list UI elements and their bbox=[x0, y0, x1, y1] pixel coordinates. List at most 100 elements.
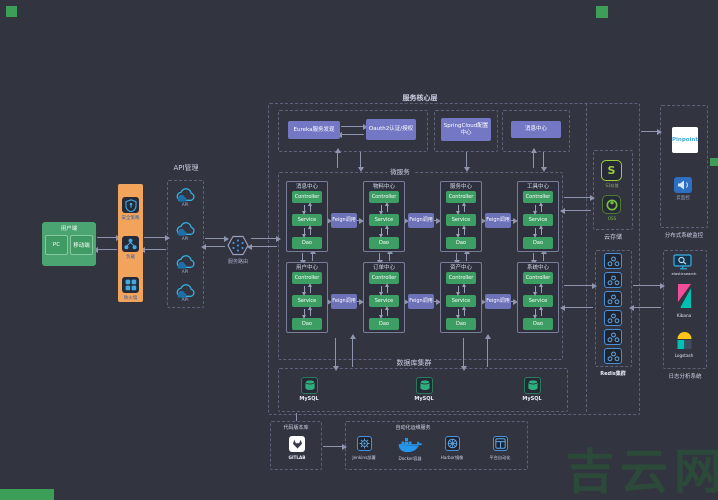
client-pc: PC bbox=[45, 235, 68, 255]
arrow-down-icon bbox=[535, 228, 536, 235]
connector-arrow bbox=[564, 285, 593, 286]
microservice-column: 物料中心 Controller Service Dao bbox=[363, 181, 405, 252]
repo-title: 代码版本库 bbox=[283, 424, 308, 431]
connector-arrow bbox=[466, 253, 467, 261]
connector-arrow bbox=[564, 307, 593, 308]
microservice-column: 工具中心 Controller Service Dao bbox=[517, 181, 559, 252]
layer-arrows bbox=[535, 226, 542, 237]
connector-arrow bbox=[251, 246, 277, 247]
mysql-label: MySQL bbox=[522, 396, 541, 402]
connector-arrow bbox=[360, 152, 361, 168]
arrow-up-icon bbox=[541, 286, 542, 293]
arrow-up-icon bbox=[310, 286, 311, 293]
layer-arrows bbox=[304, 226, 311, 237]
divider-line bbox=[586, 103, 587, 412]
arrow-down-icon bbox=[381, 286, 382, 293]
arrow-down-icon bbox=[458, 309, 459, 316]
api-cloud-label: API bbox=[181, 298, 188, 303]
arrow-up-icon bbox=[387, 286, 388, 293]
microservice-title: 订单中心 bbox=[373, 265, 395, 272]
layer-arrows bbox=[535, 307, 542, 318]
load-balancer-icon bbox=[124, 238, 137, 250]
feign-box: Feign调用 bbox=[408, 213, 434, 228]
oauth-box: Oauth2认证/授权 bbox=[366, 119, 416, 140]
decor-bar bbox=[0, 489, 54, 500]
connector-arrow bbox=[633, 307, 661, 308]
s3-tile: S bbox=[601, 160, 622, 181]
layer-arrows bbox=[458, 203, 465, 214]
layer-arrows bbox=[381, 203, 388, 214]
microservice-column: 资产中心 Controller Service Dao bbox=[440, 262, 482, 333]
arrow-up-icon bbox=[310, 309, 311, 316]
microservice-title: 资产中心 bbox=[450, 265, 472, 272]
arrow-up-icon bbox=[464, 286, 465, 293]
dao-box: Dao bbox=[369, 318, 399, 330]
decor-square bbox=[710, 158, 718, 166]
arrow-down-icon bbox=[304, 286, 305, 293]
redis-icon bbox=[607, 313, 620, 324]
db-cluster-title: 数据库集群 bbox=[394, 358, 435, 368]
layer-arrows bbox=[381, 226, 388, 237]
gateway-box: 安全策略 负载 防火墙 bbox=[118, 184, 143, 302]
gitlab-tile bbox=[289, 436, 305, 452]
connector-arrow bbox=[341, 126, 364, 127]
automation-title: 自动化运维服务 bbox=[395, 424, 430, 431]
arrow-up-icon bbox=[387, 309, 388, 316]
arrow-up-icon bbox=[387, 205, 388, 212]
layer-arrows bbox=[458, 284, 465, 295]
storage-title: 云存储 bbox=[601, 232, 625, 241]
service-router-label: 服务路由 bbox=[228, 258, 248, 265]
feign-box: Feign调用 bbox=[331, 294, 357, 309]
redis-icon bbox=[607, 275, 620, 286]
security-label: 安全策略 bbox=[118, 215, 143, 221]
mysql-tile bbox=[416, 377, 433, 394]
microservice-column: 服务中心 Controller Service Dao bbox=[440, 181, 482, 252]
arrow-down-icon bbox=[458, 286, 459, 293]
springcloud-config-box: SpringCloud配置中心 bbox=[441, 118, 491, 141]
harbor-label: Harbor镜像 bbox=[441, 455, 464, 461]
redis-tile bbox=[604, 329, 622, 345]
arrow-up-icon bbox=[541, 205, 542, 212]
connector-arrow bbox=[97, 237, 117, 238]
connector-arrow bbox=[564, 197, 591, 198]
arrow-up-icon bbox=[464, 205, 465, 212]
api-mgmt-title: API管理 bbox=[170, 163, 201, 173]
logstash-label: Logstash bbox=[675, 353, 694, 358]
firewall-tile bbox=[122, 277, 139, 293]
connector-arrow bbox=[533, 253, 534, 261]
monitor-box bbox=[660, 105, 708, 228]
dashboard-icon bbox=[495, 438, 506, 449]
arrow-up-icon bbox=[310, 205, 311, 212]
decor-square bbox=[6, 6, 17, 17]
feign-box: Feign调用 bbox=[331, 213, 357, 228]
arrow-down-icon bbox=[458, 228, 459, 235]
dao-box: Dao bbox=[292, 318, 322, 330]
cloud-monitor-label: 云监控 bbox=[676, 195, 690, 201]
elasticsearch-label: elasticsearch bbox=[672, 271, 697, 276]
feign-box: Feign调用 bbox=[485, 213, 511, 228]
connector-arrow bbox=[323, 446, 343, 447]
platform-label: 平台自动化 bbox=[490, 455, 511, 461]
gitlab-label: GITLAB bbox=[289, 455, 306, 460]
core-layer-title: 服务核心层 bbox=[400, 93, 441, 103]
api-cloud-label: API bbox=[182, 202, 188, 207]
connector-arrow bbox=[144, 249, 166, 250]
connector-arrow bbox=[463, 338, 464, 367]
arrow-down-icon bbox=[535, 286, 536, 293]
security-tile bbox=[122, 197, 139, 213]
connector-arrow bbox=[205, 246, 225, 247]
connector-arrow bbox=[337, 152, 338, 168]
connector-arrow bbox=[312, 253, 313, 261]
oss-icon bbox=[606, 199, 618, 211]
redis-icon bbox=[607, 256, 620, 267]
logstash-icon bbox=[676, 329, 693, 355]
connector-arrow bbox=[97, 249, 117, 250]
platform-tile bbox=[493, 436, 508, 451]
redis-tile bbox=[604, 310, 622, 326]
arrow-down-icon bbox=[381, 309, 382, 316]
load-label: 负载 bbox=[118, 254, 143, 260]
jenkins-tile bbox=[357, 436, 372, 451]
connector-line bbox=[296, 413, 297, 421]
mysql-icon bbox=[527, 379, 539, 392]
redis-tile bbox=[604, 272, 622, 288]
